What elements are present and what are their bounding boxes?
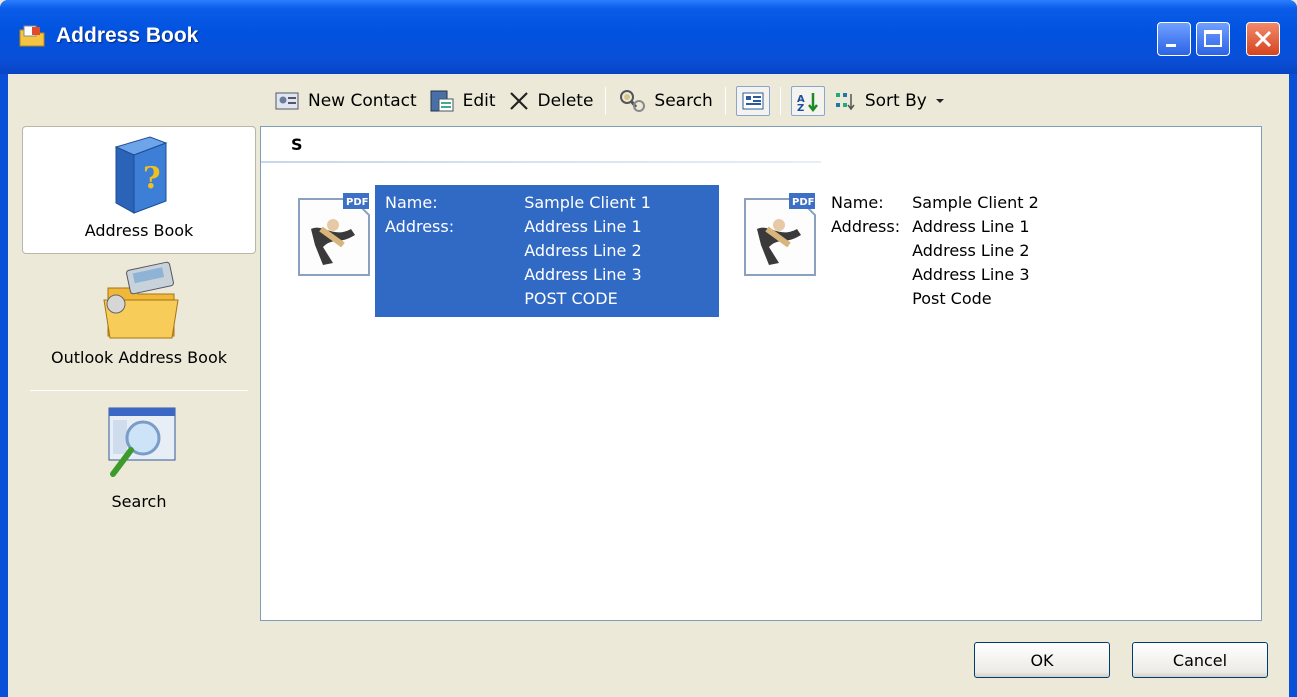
toolbar: New Contact Edit Delete Search A Z Sort … [268,82,953,120]
close-button[interactable] [1246,22,1280,56]
contact-address: Address Line 1 Address Line 2 Address Li… [912,215,1039,311]
address-field-label: Address: [385,217,455,236]
window-title: Address Book [56,24,199,47]
name-field-label: Name: [385,193,438,212]
toolbar-separator [724,87,726,115]
search-binoculars-icon [620,90,646,112]
delete-label: Delete [537,91,594,111]
address-line: Address Line 1 [524,217,642,236]
view-cards-button[interactable] [735,86,770,116]
group-letter-header: S [291,135,303,154]
sort-az-icon: AZ [797,93,818,112]
sort-by-label: Sort By [864,91,927,111]
nav-item-label: Search [111,492,167,511]
sort-by-dropdown[interactable]: Sort By [829,85,953,117]
pdf-contact-icon: PDF [744,193,816,276]
toolbar-separator [779,87,781,115]
svg-text:PDF: PDF [346,197,368,208]
contact-name: Sample Client 2 [912,193,1039,212]
contact-address: Address Line 1 Address Line 2 Address Li… [524,215,709,311]
close-icon [1254,30,1272,48]
new-contact-button[interactable]: New Contact [268,85,423,117]
dialog-body: New Contact Edit Delete Search A Z Sort … [8,74,1289,697]
address-line: Address Line 3 [912,265,1030,284]
edit-label: Edit [462,91,496,111]
address-book-window: Address Book New Contact Edit Delete Sea… [0,0,1297,697]
cancel-button[interactable]: Cancel [1132,642,1268,678]
maximize-icon [1204,30,1222,47]
svg-text:?: ? [143,161,161,196]
navigation-panel: ? Address Book Outlook Address Book Sear… [22,120,256,640]
folder-book-icon [19,25,45,47]
group-header-rule [261,161,821,163]
contact-list[interactable]: S PDF Name: Sample Client 1 Address: Add [260,126,1262,621]
title-bar[interactable]: Address Book [0,0,1297,74]
nav-divider [30,390,248,391]
new-contact-icon [275,92,299,110]
minimize-icon [1166,44,1176,47]
delete-x-icon [509,92,528,110]
nav-item-label: Address Book [84,221,194,240]
nav-item-outlook-address-book[interactable]: Outlook Address Book [22,260,256,380]
address-line: Address Line 2 [524,241,642,260]
name-field-label: Name: [831,193,884,212]
address-line: Address Line 2 [912,241,1030,260]
maximize-button[interactable] [1196,22,1230,56]
nav-item-label: Outlook Address Book [50,348,227,367]
ok-button[interactable]: OK [974,642,1110,678]
edit-button[interactable]: Edit [423,85,502,117]
contact-card[interactable]: PDF Name: Sample Client 2 Address: Addre… [739,185,1049,317]
delete-button[interactable]: Delete [502,85,600,117]
search-icon [108,407,176,477]
nav-item-search[interactable]: Search [22,404,256,524]
edit-icon [430,90,454,112]
svg-text:Z: Z [797,103,804,112]
address-line: Post Code [912,289,992,308]
svg-text:PDF: PDF [792,197,814,208]
chevron-down-icon [935,99,944,103]
contact-details[interactable]: Name: Sample Client 2 Address: Address L… [821,185,1049,317]
minimize-button[interactable] [1157,22,1191,56]
contact-card[interactable]: PDF Name: Sample Client 1 Address: Addre… [293,185,719,317]
search-button[interactable]: Search [612,85,718,117]
outlook-address-book-icon [103,261,179,339]
sort-order-button[interactable]: AZ [790,86,825,116]
new-contact-label: New Contact [308,91,417,111]
address-line: POST CODE [524,289,618,308]
card-view-icon [742,92,764,110]
search-label: Search [654,91,713,111]
address-book-icon: ? [114,136,168,214]
contact-name: Sample Client 1 [524,193,651,212]
address-field-label: Address: [831,217,901,236]
toolbar-separator [605,87,607,115]
contact-details-selected[interactable]: Name: Sample Client 1 Address: Address L… [375,185,719,317]
sort-by-icon [835,93,855,111]
address-line: Address Line 1 [912,217,1030,236]
address-line: Address Line 3 [524,265,642,284]
pdf-contact-icon: PDF [298,193,370,276]
nav-item-address-book[interactable]: ? Address Book [22,126,256,254]
